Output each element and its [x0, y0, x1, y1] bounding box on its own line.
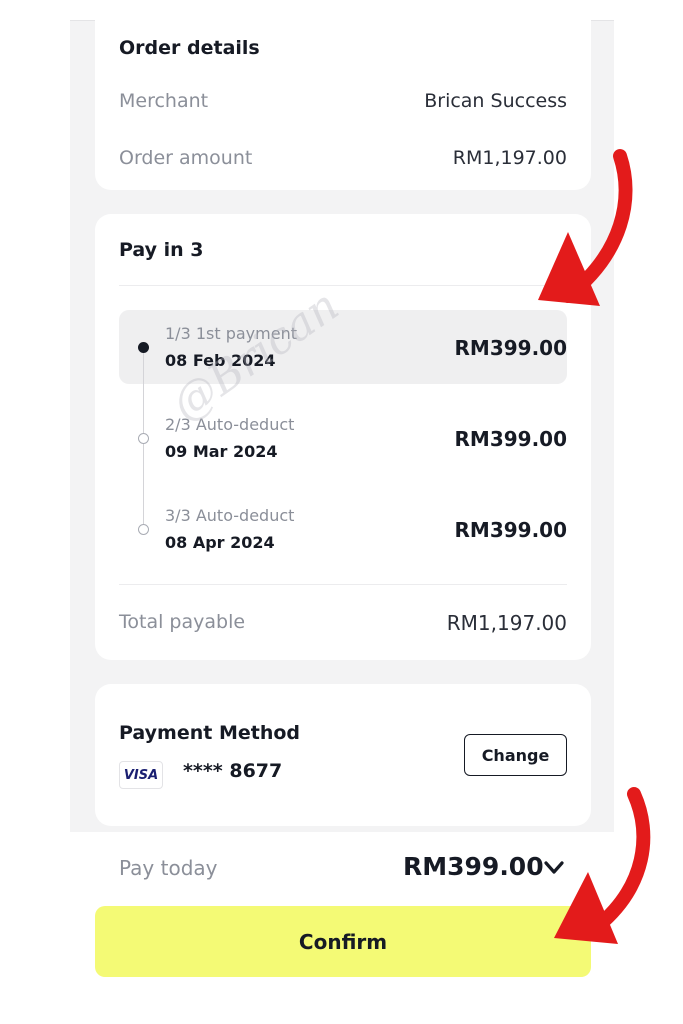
installment-3-amount: RM399.00	[454, 518, 567, 542]
total-payable-label: Total payable	[119, 611, 246, 633]
installment-1-date: 08 Feb 2024	[165, 351, 276, 370]
installment-3-date: 08 Apr 2024	[165, 533, 275, 552]
installment-2-sub: 2/3 Auto-deduct	[165, 415, 295, 434]
order-amount-value: RM1,197.00	[452, 147, 567, 169]
checkout-screen: Order details Merchant Brican Success Or…	[70, 17, 614, 832]
card-number: **** 8677	[183, 760, 283, 782]
change-payment-button[interactable]: Change	[464, 734, 567, 776]
pay-in-3-title: Pay in 3	[119, 239, 204, 261]
merchant-value: Brican Success	[424, 90, 567, 112]
pay-today-label: Pay today	[119, 856, 218, 880]
installment-1-amount: RM399.00	[454, 336, 567, 360]
installment-2-date: 09 Mar 2024	[165, 442, 278, 461]
timeline-dot-active	[138, 342, 149, 353]
merchant-label: Merchant	[119, 90, 209, 112]
order-details-title: Order details	[119, 37, 260, 59]
divider	[119, 584, 567, 585]
visa-logo-icon: VISA	[119, 761, 163, 789]
installment-2-amount: RM399.00	[454, 427, 567, 451]
chevron-down-icon[interactable]	[543, 860, 565, 876]
confirm-button[interactable]: Confirm	[95, 906, 591, 977]
installment-1-sub: 1/3 1st payment	[165, 324, 297, 343]
total-payable-value: RM1,197.00	[446, 611, 567, 635]
payment-method-title: Payment Method	[119, 722, 301, 744]
payment-method-card: Payment Method VISA **** 8677 Change	[95, 684, 591, 826]
pay-today-amount[interactable]: RM399.00	[403, 852, 544, 881]
pay-in-3-card: Pay in 3 1/3 1st payment 08 Feb 2024 RM3…	[95, 214, 591, 660]
timeline-dot	[138, 433, 149, 444]
timeline-dot	[138, 524, 149, 535]
installment-3-sub: 3/3 Auto-deduct	[165, 506, 295, 525]
order-details-card: Order details Merchant Brican Success Or…	[95, 17, 591, 190]
order-amount-label: Order amount	[119, 147, 253, 169]
divider	[119, 285, 567, 286]
